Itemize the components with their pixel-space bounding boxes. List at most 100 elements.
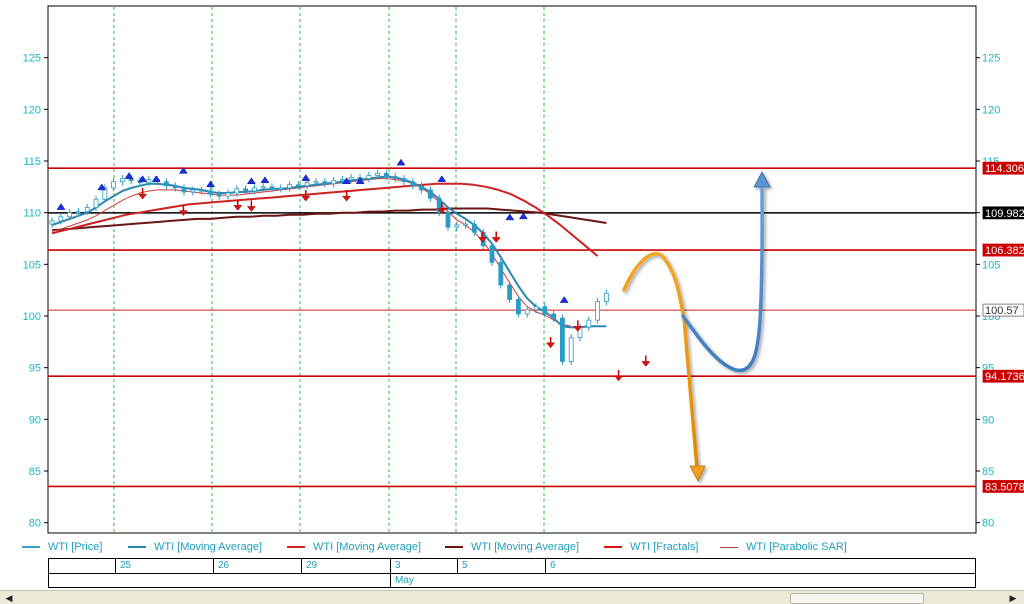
date-row: 25 26 29 3 5 6 [49, 559, 975, 574]
y-tick-label: 105 [982, 259, 1000, 271]
candle-body [339, 179, 345, 182]
legend-label: WTI [Parabolic SAR] [746, 541, 847, 553]
legend-label: WTI [Moving Average] [471, 541, 580, 553]
candle-body [595, 301, 600, 321]
legend-item-price[interactable]: WTI [Price] [22, 539, 102, 555]
date-label: 25 [115, 559, 213, 573]
scroll-left-icon[interactable]: ◀ [2, 592, 16, 604]
candle-body [120, 178, 125, 183]
date-label: 5 [457, 559, 545, 573]
legend-item-fractals[interactable]: WTI [Fractals] [604, 539, 698, 555]
y-tick-label: 85 [29, 466, 41, 478]
candle [498, 258, 504, 289]
y-tick-label: 125 [23, 53, 41, 65]
candle-body [84, 207, 90, 213]
candle-body [410, 181, 416, 187]
candle-body [163, 181, 169, 187]
candle-body [172, 185, 178, 189]
candle-body [278, 187, 284, 190]
candle-body [471, 223, 477, 233]
y-tick-label: 125 [982, 53, 1000, 65]
candle [436, 194, 442, 217]
candle-body [551, 313, 556, 319]
candle-body [524, 309, 530, 315]
price-tag-value: 106.3821 [985, 245, 1024, 257]
candle-body [604, 292, 609, 302]
y-tick-label: 105 [23, 259, 41, 271]
legend-swatch [287, 546, 305, 548]
plot-area [47, 5, 977, 534]
candle [568, 334, 574, 366]
legend-item-ma-slow[interactable]: WTI [Moving Average] [445, 539, 579, 555]
legend-item-parabolic-sar[interactable]: WTI [Parabolic SAR] [720, 539, 847, 555]
scroll-right-icon[interactable]: ▶ [1006, 592, 1020, 604]
horizontal-scrollbar[interactable]: ◀ ▶ [0, 590, 1024, 604]
legend-swatch [445, 546, 463, 548]
legend-swatch [128, 546, 146, 548]
left-price-axis: 80 85 90 95 100 105 110 115 120 125 [23, 53, 48, 530]
candle-body [419, 185, 425, 191]
y-tick-label: 110 [23, 208, 41, 220]
price-tag: 83.5078 [982, 480, 1024, 493]
legend-swatch [604, 546, 622, 548]
candle-body [463, 223, 469, 226]
y-tick-label: 115 [23, 156, 41, 168]
date-label: 26 [213, 559, 301, 573]
scrollbar-thumb[interactable] [790, 593, 924, 604]
candle [595, 297, 600, 324]
candle-body [568, 337, 574, 362]
candle-body [445, 212, 451, 228]
candle-body [67, 212, 72, 218]
y-tick-label: 100 [23, 311, 41, 323]
candle-body [111, 181, 116, 189]
candle-body [225, 192, 231, 197]
candle-body [533, 306, 539, 311]
y-tick-label: 120 [982, 104, 1000, 116]
price-tag-value: 114.3068 [985, 163, 1024, 175]
date-axis: 25 26 29 3 5 6 May [48, 558, 976, 588]
candle-body [260, 186, 266, 189]
candle [445, 209, 451, 231]
candle-body [454, 224, 460, 228]
candle-body [331, 180, 337, 185]
candle-body [146, 179, 152, 184]
legend-label: WTI [Fractals] [630, 541, 699, 553]
level-price-tags: 114.3068 109.9823 106.3821 100.57 94.1736 83.… [982, 161, 1024, 493]
candle-body [295, 184, 301, 187]
candle-body [375, 172, 381, 176]
price-tag-value: 100.57 [985, 305, 1019, 317]
candle-body [392, 176, 398, 179]
candle-body [93, 198, 99, 208]
price-tag: 114.3068 [982, 161, 1024, 175]
legend-swatch [22, 546, 40, 548]
y-tick-label: 95 [29, 363, 41, 375]
date-label: 6 [545, 559, 975, 573]
legend-item-ma-medium[interactable]: WTI [Moving Average] [287, 539, 421, 555]
candle-body [516, 299, 521, 315]
candle-body [542, 306, 548, 315]
candle [507, 281, 513, 304]
y-tick-label: 80 [29, 518, 41, 530]
candle-body [322, 181, 328, 185]
date-label: 29 [301, 559, 390, 573]
candle-body [586, 319, 592, 328]
candle-body [234, 188, 240, 194]
chart-canvas[interactable]: 80 85 90 95 100 105 110 115 120 125 80 85 90 95 100 10… [0, 0, 1024, 604]
candle-body [181, 187, 187, 193]
candle-body [560, 317, 565, 362]
candle-body [489, 245, 495, 263]
candle-body [49, 220, 55, 225]
price-tag-value: 94.1736 [985, 371, 1024, 383]
candle-body [58, 216, 64, 222]
candle-body [507, 284, 513, 300]
legend-label: WTI [Moving Average] [313, 541, 422, 553]
legend-item-ma-fast[interactable]: WTI [Moving Average] [128, 539, 262, 555]
price-tag: 106.3821 [982, 243, 1024, 257]
chart-legend: WTI [Price] WTI [Moving Average] WTI [Mo… [22, 539, 982, 555]
date-label: 3 [390, 559, 457, 573]
candle-body [287, 184, 293, 189]
candle-body [76, 211, 81, 214]
candle-body [128, 178, 134, 182]
candle-body [269, 186, 275, 190]
price-tag-value: 83.5078 [985, 481, 1024, 493]
